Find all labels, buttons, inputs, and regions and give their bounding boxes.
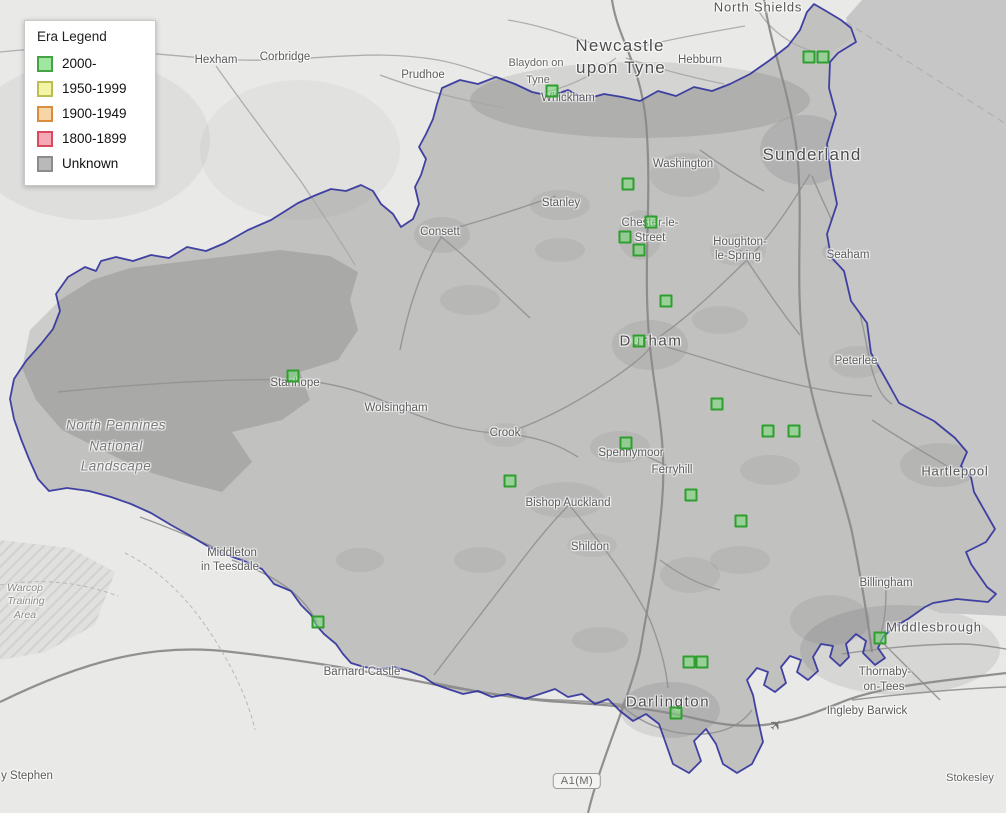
era-swatch-2000 [37, 55, 53, 72]
era-marker[interactable] [682, 655, 696, 669]
era-marker[interactable] [816, 50, 830, 64]
era-marker[interactable] [311, 615, 325, 629]
era-marker[interactable] [545, 84, 559, 98]
era-legend: Era Legend 2000- 1950-1999 1900-1949 180… [24, 20, 156, 186]
legend-label-2000: 2000- [62, 56, 97, 71]
legend-label-1800-1899: 1800-1899 [62, 131, 127, 146]
era-marker[interactable] [286, 369, 300, 383]
era-marker[interactable] [669, 706, 683, 720]
legend-label-unknown: Unknown [62, 156, 119, 171]
era-marker[interactable] [618, 230, 632, 244]
legend-label-1900-1949: 1900-1949 [62, 106, 127, 121]
era-marker[interactable] [710, 397, 724, 411]
era-marker[interactable] [695, 655, 709, 669]
map-canvas[interactable]: North Shields Newcastle upon Tyne Hebburn Bl… [0, 0, 1006, 813]
era-marker[interactable] [873, 631, 887, 645]
era-marker[interactable] [644, 215, 658, 229]
legend-item-1950-1999: 1950-1999 [37, 76, 145, 101]
era-swatch-1900-1949 [37, 105, 53, 122]
era-marker[interactable] [684, 488, 698, 502]
era-swatch-1950-1999 [37, 80, 53, 97]
legend-item-1800-1899: 1800-1899 [37, 126, 145, 151]
era-swatch-unknown [37, 155, 53, 172]
era-marker[interactable] [787, 424, 801, 438]
era-marker[interactable] [761, 424, 775, 438]
legend-title: Era Legend [37, 29, 107, 44]
legend-label-1950-1999: 1950-1999 [62, 81, 127, 96]
era-swatch-1800-1899 [37, 130, 53, 147]
legend-item-1900-1949: 1900-1949 [37, 101, 145, 126]
era-marker[interactable] [503, 474, 517, 488]
era-marker[interactable] [632, 243, 646, 257]
legend-item-2000: 2000- [37, 51, 145, 76]
era-marker[interactable] [619, 436, 633, 450]
era-marker[interactable] [734, 514, 748, 528]
era-marker[interactable] [632, 334, 646, 348]
era-marker[interactable] [621, 177, 635, 191]
legend-item-unknown: Unknown [37, 151, 145, 176]
era-marker[interactable] [802, 50, 816, 64]
era-marker[interactable] [659, 294, 673, 308]
